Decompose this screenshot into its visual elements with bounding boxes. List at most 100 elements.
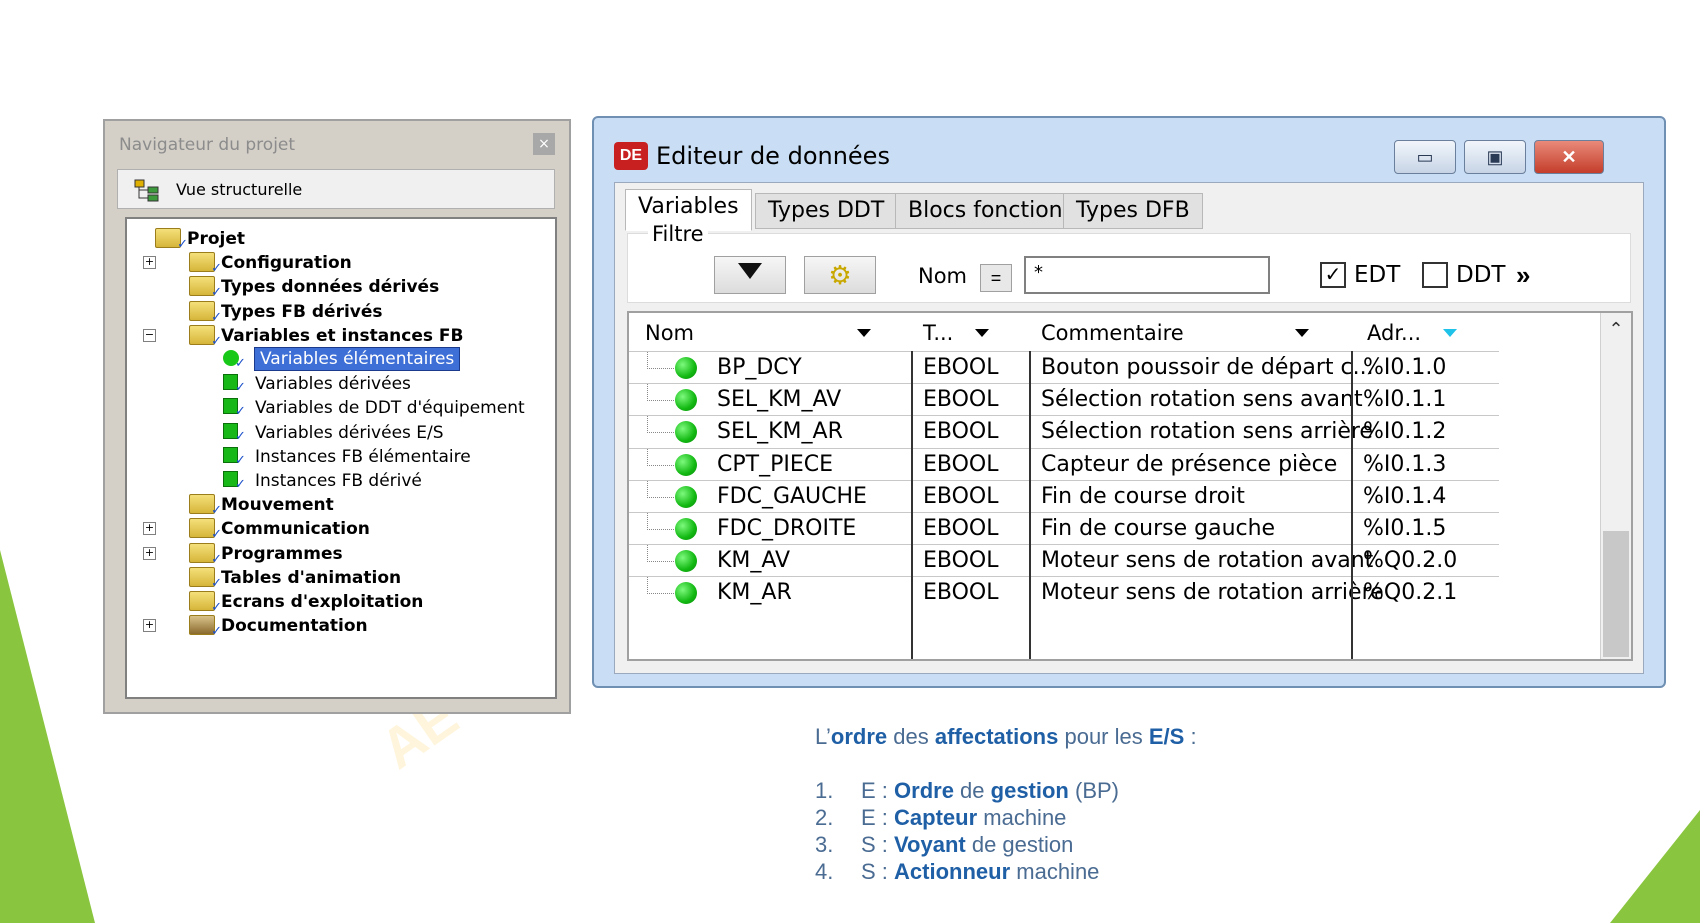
expand-icon[interactable]: +: [143, 522, 156, 536]
maximize-button[interactable]: ▣: [1464, 140, 1526, 174]
cell-type: EBOOL: [923, 548, 999, 574]
cell-address: %I0.1.1: [1363, 387, 1447, 413]
folder-icon: ✓: [189, 591, 222, 615]
data-editor-body: Variables Types DDT Blocs fonction Types…: [614, 182, 1644, 674]
tree-item-label: Mouvement: [221, 495, 334, 516]
tree-item[interactable]: ✓ Mouvement: [127, 491, 555, 518]
table-row[interactable]: SEL_KM_AR EBOOL Sélection rotation sens ar…: [629, 415, 1499, 448]
folder-icon: ✓: [189, 252, 222, 276]
expand-icon[interactable]: +: [143, 546, 156, 560]
structure-tree-icon: [134, 179, 159, 202]
project-navigator-panel: Navigateur du projet × Vue structurelle …: [103, 119, 571, 714]
expand-icon[interactable]: +: [143, 256, 156, 270]
variable-status-icon: [675, 389, 697, 412]
variable-status-icon: [675, 518, 697, 540]
sort-arrow-icon[interactable]: [975, 329, 989, 337]
tree-item[interactable]: ✓ Variables élémentaires: [127, 346, 555, 372]
documentation-icon: ✓: [189, 615, 222, 639]
folder-icon: ✓: [155, 228, 188, 252]
minimize-button[interactable]: ▭: [1394, 140, 1456, 174]
tab-types-ddt[interactable]: Types DDT: [755, 193, 898, 229]
cell-comment: Fin de course droit: [1041, 483, 1245, 509]
column-header-adresse[interactable]: Adr...: [1367, 321, 1421, 345]
cell-type: EBOOL: [923, 580, 999, 606]
structural-view-header[interactable]: Vue structurelle: [117, 169, 555, 209]
navigator-title: Navigateur du projet: [119, 135, 296, 155]
green-block-icon: ✓: [223, 398, 246, 419]
column-header-type[interactable]: T...: [923, 321, 953, 345]
tree-item[interactable]: ✓ Ecrans d'exploitation: [127, 588, 555, 615]
table-row[interactable]: FDC_DROITE EBOOL Fin de course gauche %I0.1…: [629, 512, 1499, 545]
column-separator: [1029, 351, 1031, 659]
emphasis-text: Ordre: [894, 778, 954, 803]
tree-item[interactable]: + ✓ Communication: [127, 515, 555, 542]
edt-checkbox[interactable]: ✓: [1320, 262, 1346, 288]
tree-item[interactable]: ✓ Types données dérivés: [127, 273, 555, 300]
tree-item[interactable]: ✓ Instances FB élémentaire: [127, 443, 555, 469]
close-button[interactable]: ✕: [1534, 140, 1604, 174]
tab-blocs-fonction[interactable]: Blocs fonction: [895, 193, 1076, 229]
scroll-up-icon[interactable]: ⌃: [1601, 319, 1631, 340]
tree-item[interactable]: − ✓ Variables et instances FB: [127, 322, 555, 349]
green-fb-icon: ✓: [223, 446, 246, 468]
filter-options-button[interactable]: ⚙: [804, 256, 876, 294]
sort-arrow-icon[interactable]: [1295, 329, 1309, 337]
cell-name: FDC_GAUCHE: [717, 483, 867, 509]
tree-item[interactable]: ✓ Types FB dérivés: [127, 298, 555, 325]
variable-status-icon: [675, 357, 697, 379]
tree-item[interactable]: ✓ Variables dérivées: [127, 370, 555, 396]
scroll-thumb[interactable]: [1603, 531, 1629, 657]
tree-item-label: Types données dérivés: [221, 277, 440, 298]
cell-address: %Q0.2.0: [1363, 548, 1458, 574]
column-header-commentaire[interactable]: Commentaire: [1041, 321, 1184, 345]
tree-item[interactable]: ✓ Projet: [127, 225, 555, 252]
equals-operator-button[interactable]: =: [980, 264, 1012, 292]
cell-name: KM_AR: [717, 580, 792, 606]
navigator-close-button[interactable]: ×: [533, 133, 555, 155]
tree-item[interactable]: + ✓ Programmes: [127, 540, 555, 567]
sort-arrow-active-icon[interactable]: [1443, 329, 1457, 337]
table-row[interactable]: KM_AR EBOOL Moteur sens de rotation arrièr…: [629, 576, 1499, 609]
cell-type: EBOOL: [923, 483, 999, 509]
apply-filter-button[interactable]: [714, 256, 786, 294]
tree-item[interactable]: + ✓ Configuration: [127, 249, 555, 276]
table-row[interactable]: KM_AV EBOOL Moteur sens de rotation avant%…: [629, 544, 1499, 577]
tree-item-label: Communication: [221, 519, 370, 540]
tree-connector: [647, 480, 674, 498]
cell-type: EBOOL: [923, 419, 999, 445]
cell-type: EBOOL: [923, 451, 999, 477]
vertical-scrollbar[interactable]: ⌃: [1600, 313, 1631, 659]
caption-text: des: [887, 724, 935, 749]
column-header-nom[interactable]: Nom: [645, 321, 694, 345]
table-row[interactable]: BP_DCY EBOOL Bouton poussoir de départ c..…: [629, 351, 1499, 384]
variable-status-icon: [675, 485, 697, 508]
caption-text: machine: [977, 805, 1067, 830]
tree-item[interactable]: + ✓ Documentation: [127, 612, 555, 639]
tree-item[interactable]: ✓ Variables dérivées E/S: [127, 419, 555, 445]
list-number: 2.: [815, 805, 834, 830]
sort-arrow-icon[interactable]: [857, 329, 871, 337]
tree-item[interactable]: ✓ Instances FB dérivé: [127, 467, 555, 493]
cell-comment: Moteur sens de rotation arrière: [1041, 580, 1384, 606]
tree-connector: [647, 577, 674, 595]
caption-text: S :: [861, 832, 895, 857]
tree-item-label: Variables et instances FB: [221, 325, 464, 346]
table-row[interactable]: SEL_KM_AV EBOOL Sélection rotation sens av…: [629, 383, 1499, 416]
more-options-button[interactable]: »: [1516, 260, 1530, 291]
tree-item[interactable]: ✓ Tables d'animation: [127, 564, 555, 591]
list-number: 4.: [815, 859, 834, 884]
tree-connector: [647, 545, 674, 563]
table-row[interactable]: FDC_GAUCHE EBOOL Fin de course droit %I0.1.…: [629, 479, 1499, 513]
cell-address: %I0.1.5: [1363, 516, 1447, 541]
name-filter-input[interactable]: *: [1024, 256, 1270, 294]
list-number: 3.: [815, 832, 834, 857]
tab-types-dfb[interactable]: Types DFB: [1063, 193, 1203, 229]
tree-item[interactable]: ✓ Variables de DDT d'équipement: [127, 394, 555, 420]
tree-item-label: Tables d'animation: [221, 567, 402, 588]
list-item: 2. E : Capteur machine: [815, 805, 1119, 832]
cell-name: BP_DCY: [717, 355, 802, 380]
ddt-checkbox[interactable]: [1422, 262, 1448, 288]
collapse-icon[interactable]: −: [143, 328, 156, 342]
expand-icon[interactable]: +: [143, 619, 156, 633]
table-row[interactable]: CPT_PIECE EBOOL Capteur de présence pièce%…: [629, 447, 1499, 481]
